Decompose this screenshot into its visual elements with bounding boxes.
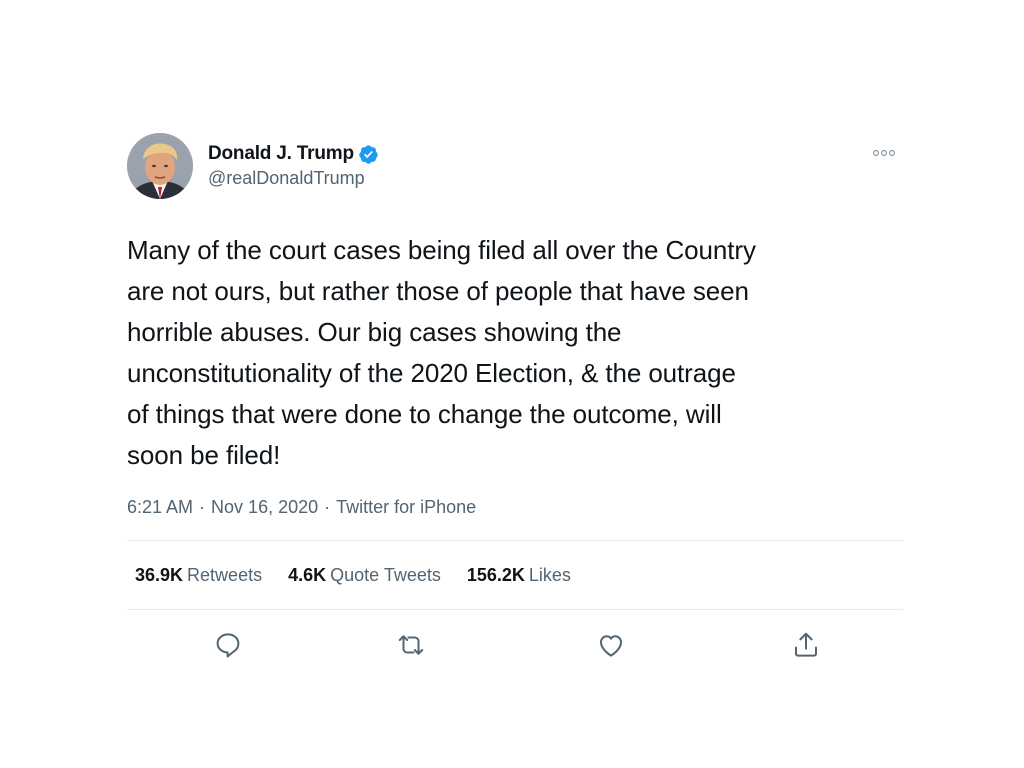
author-info: Donald J. Trump @realDonaldTrump xyxy=(208,142,379,189)
engagement-stats: 36.9K Retweets 4.6K Quote Tweets 156.2K Lik… xyxy=(127,541,903,609)
meta-separator: · xyxy=(199,496,206,517)
meta-separator: · xyxy=(324,496,331,517)
author-display-name[interactable]: Donald J. Trump xyxy=(208,143,354,165)
share-icon xyxy=(795,632,817,657)
share-button[interactable] xyxy=(791,630,821,660)
tweet-card: Donald J. Trump @realDonaldTrump Many of… xyxy=(127,133,903,676)
tweet-header: Donald J. Trump @realDonaldTrump xyxy=(127,133,903,201)
reply-icon xyxy=(216,633,240,658)
tweet-time[interactable]: 6:21 AM xyxy=(127,497,193,518)
tweet-metadata: 6:21 AM · Nov 16, 2020 · Twitter for iPh… xyxy=(127,495,903,519)
author-handle[interactable]: @realDonaldTrump xyxy=(208,168,379,189)
retweets-stat[interactable]: 36.9K Retweets xyxy=(135,565,262,586)
more-options-button[interactable] xyxy=(869,145,899,161)
retweets-count: 36.9K xyxy=(135,564,184,585)
tweet-source[interactable]: Twitter for iPhone xyxy=(336,497,476,518)
avatar[interactable] xyxy=(127,133,193,199)
retweet-button[interactable] xyxy=(396,630,426,660)
tweet-date[interactable]: Nov 16, 2020 xyxy=(211,497,318,518)
tweet-actions xyxy=(127,610,903,676)
retweets-label: Retweets xyxy=(187,564,263,585)
more-dots-icon xyxy=(872,149,896,157)
like-button[interactable] xyxy=(596,630,626,660)
likes-label: Likes xyxy=(528,564,571,585)
likes-count: 156.2K xyxy=(466,564,525,585)
likes-stat[interactable]: 156.2K Likes xyxy=(467,565,571,586)
tweet-text: Many of the court cases being filed all … xyxy=(127,235,756,470)
quote-tweets-label: Quote Tweets xyxy=(330,564,441,585)
name-row: Donald J. Trump xyxy=(208,142,379,166)
quote-tweets-count: 4.6K xyxy=(288,564,327,585)
quote-tweets-stat[interactable]: 4.6K Quote Tweets xyxy=(288,565,441,586)
avatar-image xyxy=(127,133,193,199)
reply-button[interactable] xyxy=(213,630,243,660)
retweet-icon xyxy=(398,635,424,655)
verified-badge-icon xyxy=(358,144,379,165)
heart-icon xyxy=(600,635,622,657)
